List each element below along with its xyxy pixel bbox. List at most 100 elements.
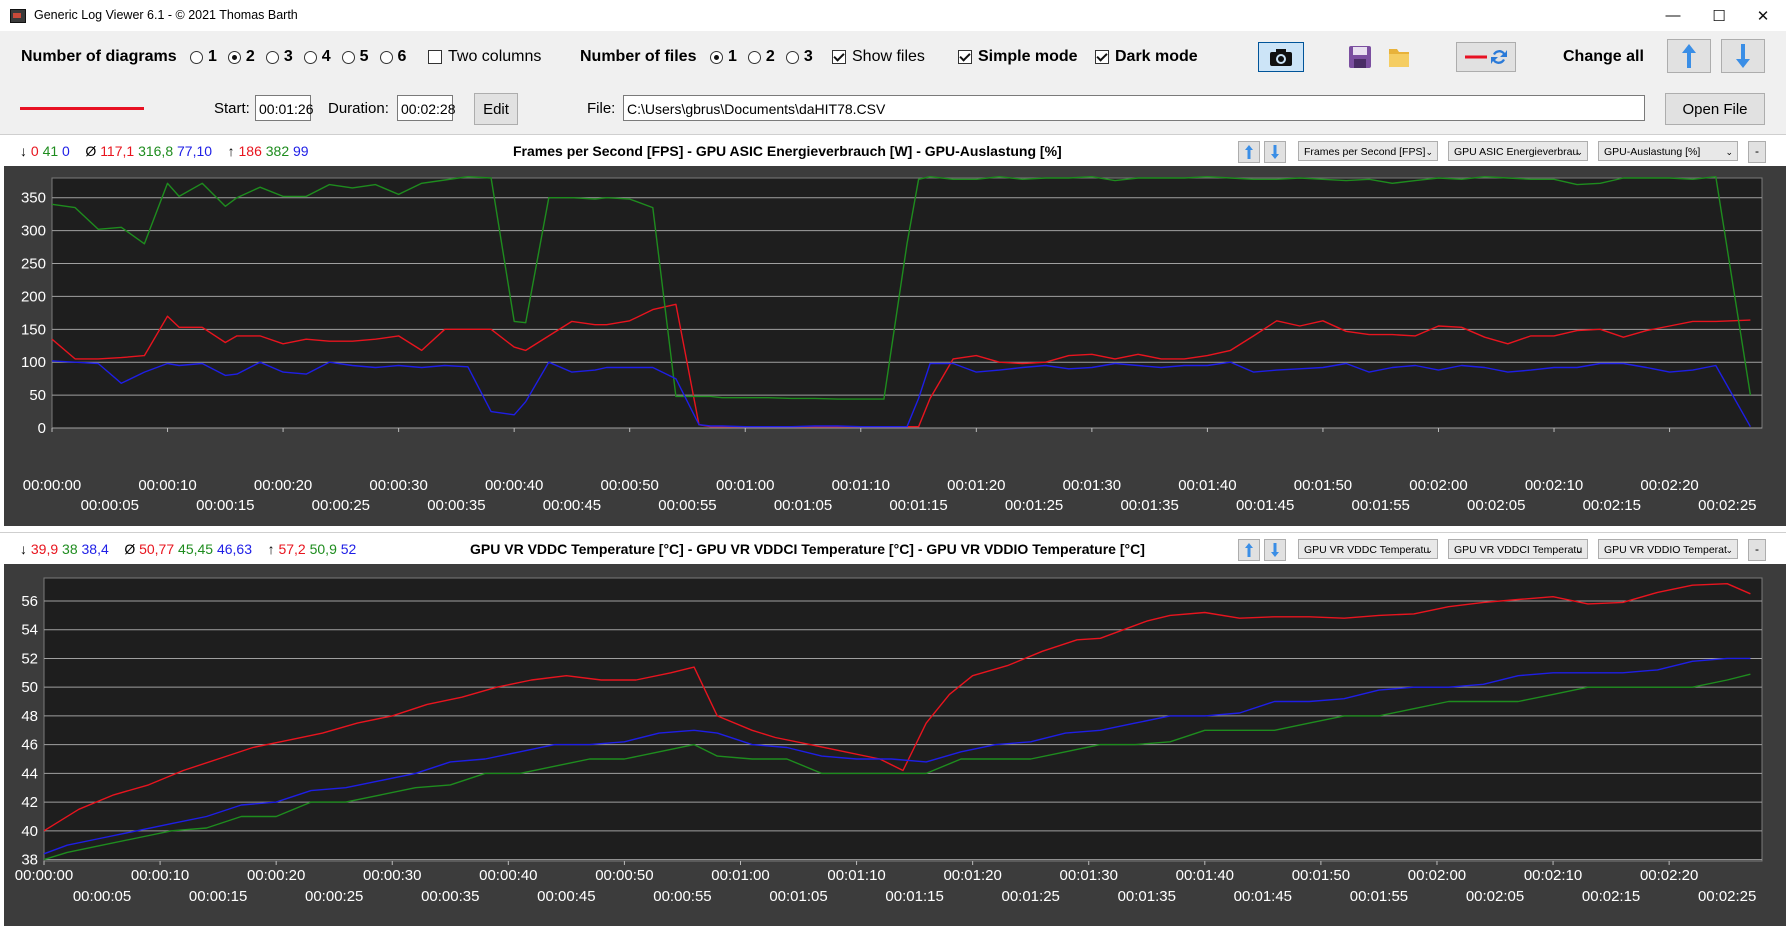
file-count-2[interactable]: 2 — [747, 48, 775, 66]
diagram-2-up-button[interactable] — [1238, 539, 1260, 561]
chart-1-svg[interactable]: 05010015020025030035000:00:00 00:00:10 00:… — [0, 166, 1786, 526]
x-tick-label: 00:00:15 — [196, 497, 254, 514]
maximize-button[interactable]: ☐ — [1696, 0, 1742, 31]
checkbox-icon — [428, 50, 442, 64]
file-label: File: — [587, 100, 616, 117]
y-tick-label: 48 — [21, 708, 38, 725]
folder-icon — [1389, 49, 1409, 67]
diagram-2-stats: ↓ 39,9 38 38,4 Ø 50,77 45,45 46,63 ↑ 57,… — [20, 541, 356, 557]
radio-selected-icon — [710, 50, 723, 64]
screenshot-button[interactable] — [1258, 42, 1304, 72]
diagram-2-series-3-select[interactable]: GPU VR VDDIO Temperat ⌄ — [1598, 539, 1738, 559]
diagram-2-series-2-select[interactable]: GPU VR VDDCI Temperatu ⌄ — [1448, 539, 1588, 559]
x-tick-label: 00:02:10 — [1525, 477, 1583, 494]
app-icon — [10, 9, 26, 23]
move-up-all-button[interactable] — [1667, 39, 1711, 73]
diagram-1-remove-button[interactable]: - — [1748, 141, 1766, 163]
y-tick-label: 300 — [21, 223, 46, 240]
minimize-button[interactable]: — — [1650, 0, 1696, 31]
line-color-indicator[interactable] — [20, 107, 144, 110]
two-columns-checkbox[interactable]: Two columns — [428, 48, 541, 66]
min-arrow-icon: ↓ — [20, 143, 27, 159]
diagram-count-3[interactable]: 3 — [265, 48, 293, 66]
x-tick-label: 00:01:30 — [1060, 867, 1118, 884]
save-button[interactable] — [1344, 42, 1376, 72]
stat-min-green: 41 — [42, 143, 59, 159]
diagram-1-series-2-select[interactable]: GPU ASIC Energieverbrau ⌄ — [1448, 141, 1588, 161]
chevron-down-icon: ⌄ — [1425, 147, 1433, 157]
max-arrow-icon: ↑ — [227, 143, 235, 159]
dark-mode-checkbox[interactable]: Dark mode — [1095, 48, 1198, 66]
radio-icon — [341, 50, 355, 64]
start-time-input[interactable]: 00:01:26 — [255, 95, 314, 121]
number-of-files-label: Number of files — [580, 48, 697, 65]
y-tick-label: 250 — [21, 256, 46, 273]
x-tick-label: 00:02:25 — [1698, 497, 1756, 514]
file-path-input[interactable]: C:\Users\gbrus\Documents\daHIT78.CSV — [623, 95, 1645, 121]
x-tick-label: 00:01:00 — [711, 867, 769, 884]
radio-icon — [190, 50, 203, 64]
stat-max-blue: 99 — [293, 143, 309, 159]
x-tick-label: 00:02:05 — [1466, 888, 1524, 905]
diagram-count-2[interactable]: 2 — [227, 48, 255, 66]
x-tick-label: 00:00:10 — [138, 477, 196, 494]
y-tick-label: 50 — [29, 387, 46, 404]
chart-2-svg[interactable]: 3840424446485052545600:00:00 00:00:10 00:0… — [0, 564, 1786, 926]
diagram-1-chart: 0 50 100 150 200 250 300 350 00:00:00 00:00:10 00:… — [0, 166, 1786, 526]
arrow-up-icon — [1245, 145, 1253, 159]
radio-icon — [303, 50, 317, 64]
diagram-1-title: Frames per Second [FPS] - GPU ASIC Energ… — [513, 143, 1062, 159]
move-down-all-button[interactable] — [1721, 39, 1765, 73]
x-tick-label: 00:00:15 — [189, 888, 247, 905]
arrow-down-icon — [1271, 543, 1279, 557]
x-tick-label: 00:00:00 — [23, 477, 81, 494]
x-tick-label: 00:00:30 — [363, 867, 421, 884]
y-tick-label: 54 — [21, 622, 38, 639]
diagram-1-series-1-select[interactable]: Frames per Second [FPS] ⌄ — [1298, 141, 1438, 161]
checkbox-checked-icon — [1095, 50, 1109, 64]
diagram-1-series-3-select[interactable]: GPU-Auslastung [%] ⌄ — [1598, 141, 1738, 161]
x-tick-label: 00:00:40 — [485, 477, 543, 494]
x-tick-label: 00:00:25 — [305, 888, 363, 905]
stat-min-blue: 0 — [62, 143, 70, 159]
x-tick-label: 00:01:25 — [1001, 888, 1059, 905]
show-files-checkbox[interactable]: Show files — [832, 48, 925, 66]
diagram-1-header: ↓ 0 41 0 Ø 117,1 316,8 77,10 ↑ 186 382 9… — [0, 134, 1786, 167]
diagram-count-6[interactable]: 6 — [379, 48, 406, 66]
x-tick-label: 00:02:10 — [1524, 867, 1582, 884]
open-file-button[interactable]: Open File — [1665, 93, 1765, 125]
diagram-1-down-button[interactable] — [1264, 141, 1286, 163]
file-count-3[interactable]: 3 — [785, 48, 813, 66]
stat-max-green: 50,9 — [309, 541, 337, 557]
x-tick-label: 00:01:10 — [827, 867, 885, 884]
diagram-count-4[interactable]: 4 — [303, 48, 331, 66]
diagram-count-5[interactable]: 5 — [341, 48, 369, 66]
stat-max-red: 186 — [238, 143, 262, 159]
edit-button[interactable]: Edit — [474, 93, 518, 125]
simple-mode-checkbox[interactable]: Simple mode — [958, 48, 1078, 66]
x-tick-label: 00:01:10 — [832, 477, 890, 494]
close-button[interactable]: ✕ — [1740, 0, 1786, 31]
checkbox-checked-icon — [958, 50, 972, 64]
swap-line-colors-button[interactable] — [1456, 42, 1516, 72]
x-tick-label: 00:00:55 — [653, 888, 711, 905]
x-tick-label: 00:02:15 — [1582, 888, 1640, 905]
x-tick-label: 00:02:20 — [1640, 867, 1698, 884]
diagram-2-series-1-select[interactable]: GPU VR VDDC Temperatu ⌄ — [1298, 539, 1438, 559]
diagram-2-down-button[interactable] — [1264, 539, 1286, 561]
checkbox-checked-icon — [832, 50, 846, 64]
stat-avg-green: 316,8 — [138, 143, 174, 159]
x-tick-label: 00:02:05 — [1467, 497, 1525, 514]
x-tick-label: 00:01:45 — [1236, 497, 1294, 514]
radio-icon — [379, 50, 393, 64]
chevron-down-icon: ⌄ — [1575, 545, 1583, 555]
open-folder-button[interactable] — [1383, 42, 1415, 72]
x-tick-label: 00:02:20 — [1640, 477, 1698, 494]
diagram-1-up-button[interactable] — [1238, 141, 1260, 163]
radio-selected-icon — [227, 50, 241, 64]
file-count-1[interactable]: 1 — [710, 48, 737, 66]
diagram-2-remove-button[interactable]: - — [1748, 539, 1766, 561]
duration-input[interactable]: 00:02:28 — [397, 95, 456, 121]
chevron-down-icon: ⌄ — [1425, 545, 1433, 555]
diagram-count-1[interactable]: 1 — [190, 48, 217, 66]
